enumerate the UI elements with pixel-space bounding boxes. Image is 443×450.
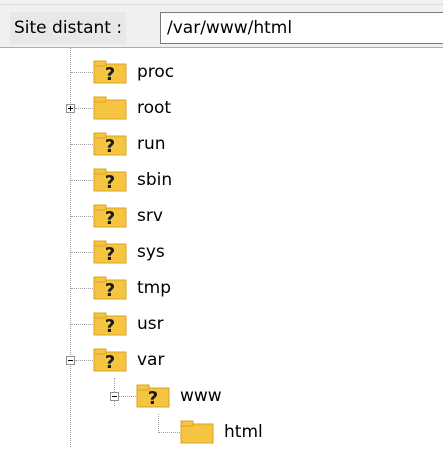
tree-item-usr[interactable]: ? usr — [0, 306, 443, 342]
tree-connector — [71, 288, 93, 289]
tree-item-sbin[interactable]: ? sbin — [0, 162, 443, 198]
tree-connector — [71, 324, 93, 325]
collapse-minus-icon[interactable] — [66, 356, 75, 365]
remote-path-input[interactable]: /var/www/html — [160, 12, 443, 44]
unknown-folder-icon: ? — [136, 384, 170, 408]
tree-item-label: proc — [137, 62, 175, 82]
unknown-folder-icon: ? — [93, 168, 127, 192]
svg-text:?: ? — [105, 172, 115, 192]
tree-item-www[interactable]: ? www — [0, 378, 443, 414]
tree-item-label: root — [137, 98, 172, 118]
tree-item-root[interactable]: root — [0, 90, 443, 126]
tree-connector — [75, 108, 93, 109]
tree-connector — [71, 144, 93, 145]
tree-item-label: sys — [137, 242, 165, 262]
unknown-folder-icon: ? — [93, 132, 127, 156]
unknown-folder-icon: ? — [93, 276, 127, 300]
svg-text:?: ? — [105, 208, 115, 228]
unknown-folder-icon: ? — [93, 204, 127, 228]
tree-item-label: tmp — [137, 278, 172, 298]
tree-item-sys[interactable]: ? sys — [0, 234, 443, 270]
svg-text:?: ? — [105, 280, 115, 300]
tree-connector — [159, 432, 180, 433]
svg-text:?: ? — [105, 352, 115, 372]
remote-directory-tree[interactable]: ? proc root ? run ? sbin ? srv ? sys ? t… — [0, 48, 443, 447]
svg-text:?: ? — [105, 136, 115, 156]
tree-item-label: sbin — [137, 170, 173, 190]
unknown-folder-icon: ? — [93, 312, 127, 336]
unknown-folder-icon: ? — [93, 60, 127, 84]
tree-connector — [71, 180, 93, 181]
expand-plus-icon[interactable] — [66, 104, 75, 113]
folder-icon — [180, 420, 214, 444]
tree-item-label: srv — [137, 206, 163, 226]
tree-item-label-selected: html — [224, 421, 263, 443]
unknown-folder-icon: ? — [93, 240, 127, 264]
tree-item-var[interactable]: ? var — [0, 342, 443, 378]
tree-item-srv[interactable]: ? srv — [0, 198, 443, 234]
tree-item-tmp[interactable]: ? tmp — [0, 270, 443, 306]
tree-connector — [71, 252, 93, 253]
tree-item-run[interactable]: ? run — [0, 126, 443, 162]
tree-item-label: www — [180, 386, 222, 406]
remote-site-bar: Site distant : /var/www/html — [0, 8, 443, 48]
folder-icon — [93, 96, 127, 120]
tree-item-label: run — [137, 134, 166, 154]
svg-text:?: ? — [105, 316, 115, 336]
tree-connector — [75, 360, 93, 361]
tree-item-proc[interactable]: ? proc — [0, 54, 443, 90]
tree-connector — [71, 216, 93, 217]
tree-item-label: usr — [137, 314, 164, 334]
unknown-folder-icon: ? — [93, 348, 127, 372]
svg-text:?: ? — [148, 388, 158, 408]
collapse-minus-icon[interactable] — [110, 392, 119, 401]
svg-text:?: ? — [105, 244, 115, 264]
tree-connector — [71, 72, 93, 73]
remote-site-label: Site distant : — [10, 12, 127, 44]
top-strip — [0, 0, 443, 8]
svg-text:?: ? — [105, 64, 115, 84]
tree-connector — [119, 396, 136, 397]
tree-item-label: var — [137, 350, 165, 370]
tree-item-html[interactable]: html — [0, 414, 443, 450]
